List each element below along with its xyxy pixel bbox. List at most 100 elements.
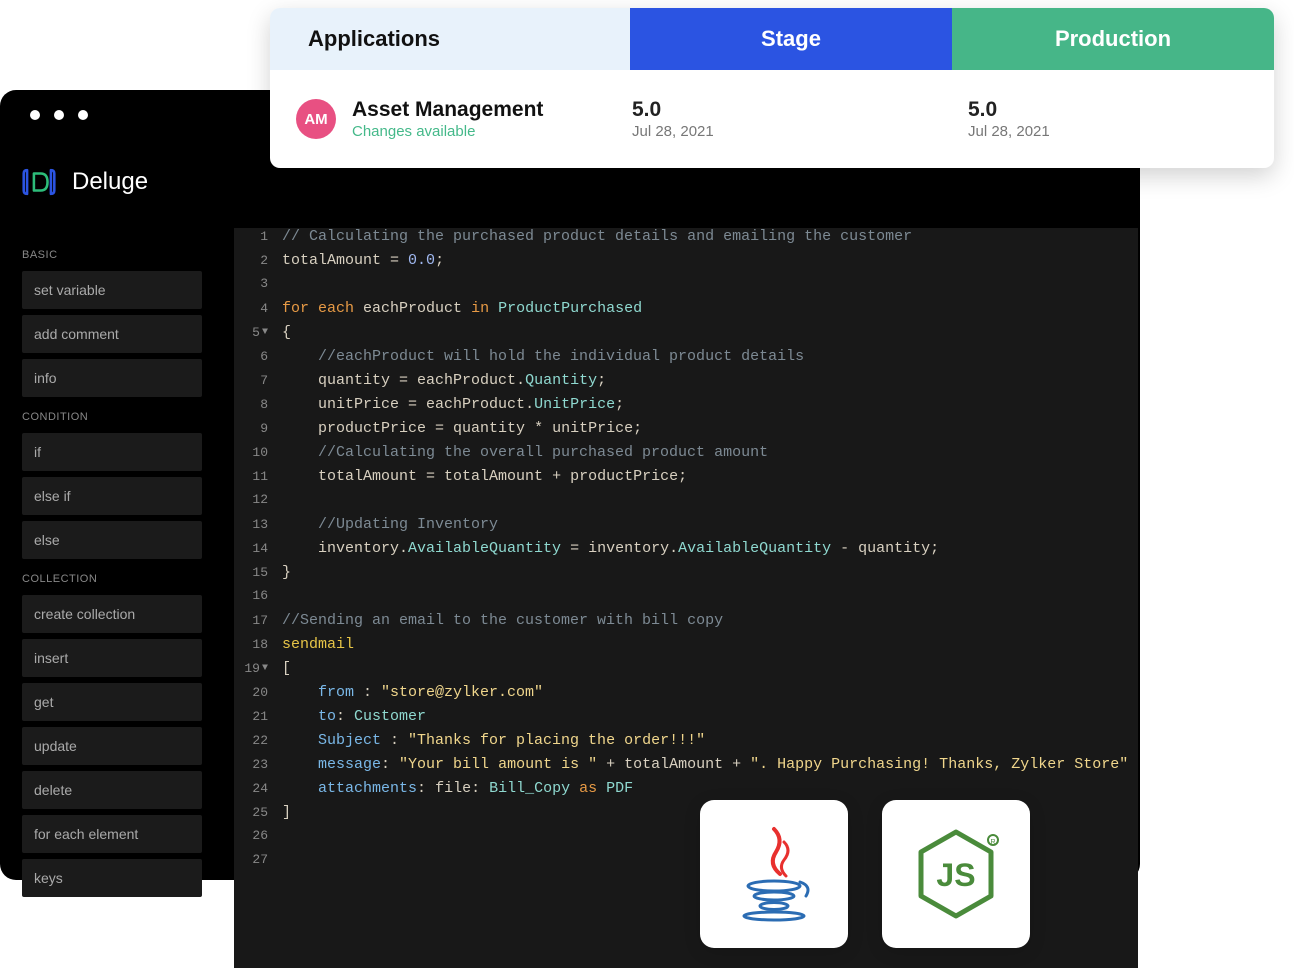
snippet-set-variable[interactable]: set variable: [22, 271, 202, 309]
sidebar: BASIC set variableadd commentinfo CONDIT…: [22, 235, 202, 903]
code-content: from : "store@zylker.com": [276, 684, 543, 701]
code-content: totalAmount = 0.0;: [276, 252, 444, 269]
snippet-get[interactable]: get: [22, 683, 202, 721]
snippet-update[interactable]: update: [22, 727, 202, 765]
java-icon: [734, 824, 814, 924]
line-number: 14: [234, 541, 276, 556]
code-line[interactable]: 3: [234, 276, 1138, 300]
code-content: {: [276, 324, 291, 341]
nodejs-icon: JS R: [911, 824, 1001, 924]
line-number: 26: [234, 828, 276, 843]
code-content: for each eachProduct in ProductPurchased: [276, 300, 642, 317]
snippet-else[interactable]: else: [22, 521, 202, 559]
fold-icon[interactable]: ▼: [262, 327, 268, 338]
code-content: attachments: file: Bill_Copy as PDF: [276, 780, 633, 797]
line-number: 20: [234, 685, 276, 700]
code-content: [: [276, 660, 291, 677]
stage-cell: 5.0 Jul 28, 2021: [602, 98, 938, 140]
code-content: //Calculating the overall purchased prod…: [276, 444, 768, 461]
line-number: 11: [234, 469, 276, 484]
line-number: 10: [234, 445, 276, 460]
code-line[interactable]: 9productPrice = quantity * unitPrice;: [234, 420, 1138, 444]
tabs-row: Applications Stage Production: [270, 8, 1274, 70]
line-number: 24: [234, 781, 276, 796]
avatar: AM: [296, 99, 336, 139]
code-line[interactable]: 5▼{: [234, 324, 1138, 348]
line-number: 25: [234, 805, 276, 820]
code-line[interactable]: 1// Calculating the purchased product de…: [234, 228, 1138, 252]
minimize-icon[interactable]: [54, 110, 64, 120]
line-number: 7: [234, 373, 276, 388]
code-content: quantity = eachProduct.Quantity;: [276, 372, 606, 389]
code-line[interactable]: 4for each eachProduct in ProductPurchase…: [234, 300, 1138, 324]
brand-name: Deluge: [72, 168, 148, 196]
snippet-add-comment[interactable]: add comment: [22, 315, 202, 353]
snippet-create-collection[interactable]: create collection: [22, 595, 202, 633]
fold-icon[interactable]: ▼: [262, 663, 268, 674]
code-content: message: "Your bill amount is " + totalA…: [276, 756, 1128, 773]
line-number: 5▼: [234, 325, 276, 340]
code-line[interactable]: 13//Updating Inventory: [234, 516, 1138, 540]
code-line[interactable]: 7quantity = eachProduct.Quantity;: [234, 372, 1138, 396]
snippet-else-if[interactable]: else if: [22, 477, 202, 515]
snippet-info[interactable]: info: [22, 359, 202, 397]
code-content: productPrice = quantity * unitPrice;: [276, 420, 642, 437]
editor-window: Deluge BASIC set variableadd commentinfo…: [0, 90, 1140, 880]
code-line[interactable]: 15}: [234, 564, 1138, 588]
tab-applications[interactable]: Applications: [270, 8, 630, 70]
app-row[interactable]: AM Asset Management Changes available 5.…: [270, 70, 1274, 168]
sidebar-section-condition: CONDITION: [22, 411, 202, 423]
code-line[interactable]: 19▼[: [234, 660, 1138, 684]
line-number: 21: [234, 709, 276, 724]
code-line[interactable]: 22Subject : "Thanks for placing the orde…: [234, 732, 1138, 756]
code-content: inventory.AvailableQuantity = inventory.…: [276, 540, 939, 557]
java-tile[interactable]: [700, 800, 848, 948]
line-number: 3: [234, 276, 276, 291]
code-line[interactable]: 20from : "store@zylker.com": [234, 684, 1138, 708]
code-line[interactable]: 10//Calculating the overall purchased pr…: [234, 444, 1138, 468]
nodejs-tile[interactable]: JS R: [882, 800, 1030, 948]
line-number: 4: [234, 301, 276, 316]
tab-label: Applications: [308, 26, 440, 52]
line-number: 8: [234, 397, 276, 412]
sidebar-section-collection: COLLECTION: [22, 573, 202, 585]
deluge-logo-icon: [22, 165, 56, 199]
snippet-if[interactable]: if: [22, 433, 202, 471]
code-line[interactable]: 17//Sending an email to the customer wit…: [234, 612, 1138, 636]
code-line[interactable]: 21to: Customer: [234, 708, 1138, 732]
code-content: unitPrice = eachProduct.UnitPrice;: [276, 396, 624, 413]
code-line[interactable]: 6//eachProduct will hold the individual …: [234, 348, 1138, 372]
maximize-icon[interactable]: [78, 110, 88, 120]
snippet-keys[interactable]: keys: [22, 859, 202, 897]
snippet-delete[interactable]: delete: [22, 771, 202, 809]
code-line[interactable]: 23message: "Your bill amount is " + tota…: [234, 756, 1138, 780]
line-number: 17: [234, 613, 276, 628]
environment-header: Applications Stage Production AM Asset M…: [270, 8, 1274, 168]
code-line[interactable]: 12: [234, 492, 1138, 516]
app-status: Changes available: [352, 123, 543, 140]
snippet-for-each-element[interactable]: for each element: [22, 815, 202, 853]
production-version: 5.0: [968, 98, 1274, 122]
tab-stage[interactable]: Stage: [630, 8, 952, 70]
line-number: 16: [234, 588, 276, 603]
close-icon[interactable]: [30, 110, 40, 120]
line-number: 27: [234, 852, 276, 867]
window-controls[interactable]: [30, 110, 88, 120]
svg-text:JS: JS: [936, 857, 975, 893]
line-number: 18: [234, 637, 276, 652]
production-cell: 5.0 Jul 28, 2021: [938, 98, 1274, 140]
snippet-insert[interactable]: insert: [22, 639, 202, 677]
tab-production[interactable]: Production: [952, 8, 1274, 70]
code-content: //Updating Inventory: [276, 516, 498, 533]
code-line[interactable]: 14inventory.AvailableQuantity = inventor…: [234, 540, 1138, 564]
code-line[interactable]: 16: [234, 588, 1138, 612]
line-number: 15: [234, 565, 276, 580]
code-content: // Calculating the purchased product det…: [276, 228, 912, 245]
stage-date: Jul 28, 2021: [632, 123, 938, 140]
code-line[interactable]: 11totalAmount = totalAmount + productPri…: [234, 468, 1138, 492]
code-content: }: [276, 564, 291, 581]
code-content: totalAmount = totalAmount + productPrice…: [276, 468, 687, 485]
code-line[interactable]: 18sendmail: [234, 636, 1138, 660]
code-line[interactable]: 8unitPrice = eachProduct.UnitPrice;: [234, 396, 1138, 420]
code-line[interactable]: 2totalAmount = 0.0;: [234, 252, 1138, 276]
